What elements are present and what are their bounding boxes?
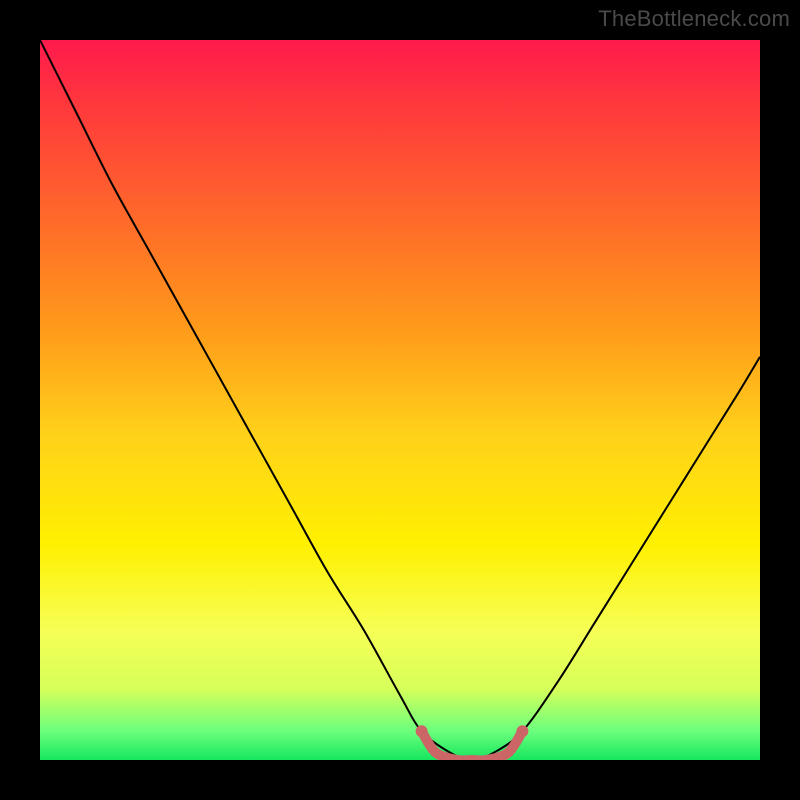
plot-area [40, 40, 760, 760]
chart-frame: TheBottleneck.com [0, 0, 800, 800]
watermark-text: TheBottleneck.com [598, 6, 790, 32]
chart-svg [40, 40, 760, 760]
optimal-zone-start-dot [416, 725, 428, 737]
bottleneck-curve [40, 40, 760, 760]
optimal-zone-curve [422, 731, 523, 760]
optimal-zone-end-dot [516, 725, 528, 737]
